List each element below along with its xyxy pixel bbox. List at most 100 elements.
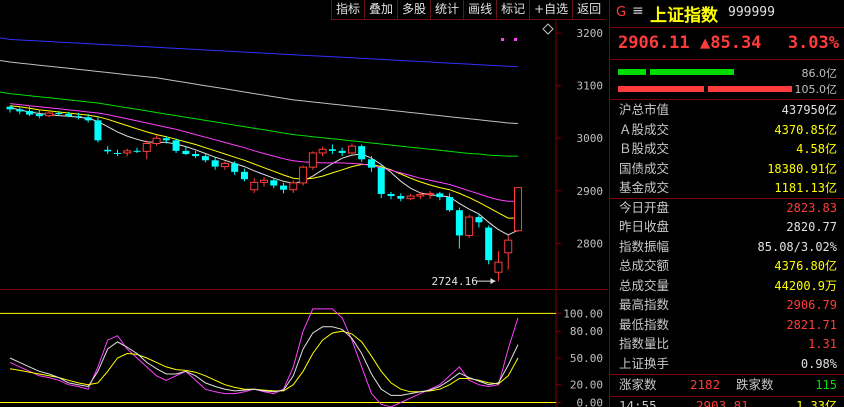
candle-body <box>308 152 317 168</box>
candle-body <box>299 166 308 184</box>
tick-row: 14:55 2903.81 1.33亿 <box>610 397 844 407</box>
toolbar-multi-stock-button[interactable]: 多股 <box>397 0 431 20</box>
stat-value: 1.31 <box>808 337 837 351</box>
chart-toolbar: 指标 叠加 多股 统计 画线 标记 +自选 返回 <box>331 0 606 20</box>
stat-label: 沪总市值 <box>619 102 670 117</box>
stat-value: 437950亿 <box>781 103 837 117</box>
candle-body <box>514 187 522 232</box>
price-tick-label: 3000 <box>577 132 604 145</box>
candle-body <box>338 150 346 153</box>
candle-body <box>142 142 151 152</box>
tick-volume: 1.33亿 <box>796 399 837 407</box>
price-row: 2906.11 ▲85.34 3.03% <box>610 28 844 58</box>
red-bar-2 <box>708 86 792 92</box>
stat-value: 2906.79 <box>786 298 837 312</box>
stat-value: 85.08/3.02% <box>757 239 837 254</box>
candle-body <box>65 114 73 117</box>
candle-body <box>504 239 513 254</box>
candle-body <box>123 150 132 154</box>
quote-panel: G ≡ 上证指数 999999 2906.11 ▲85.34 3.03% 86.… <box>609 0 844 407</box>
toolbar-overlay-button[interactable]: 叠加 <box>364 0 398 20</box>
menu-icon[interactable]: ≡ <box>632 3 644 19</box>
stat-row: 指数振幅 85.08/3.02% <box>610 238 844 256</box>
stat-row: 总成交量 44200.9万 <box>610 277 844 295</box>
moving-average-line <box>0 91 518 157</box>
candle-body <box>35 114 43 117</box>
candle-body <box>416 193 425 197</box>
candle-body <box>318 148 327 154</box>
candle-body <box>475 217 483 223</box>
stat-value: 0.98% <box>800 356 837 371</box>
last-price: 2906.11 <box>618 33 690 53</box>
candle-body <box>220 162 229 168</box>
osc-tick-label: 20.00 <box>570 379 603 392</box>
stat-value: 44200.9万 <box>774 278 837 293</box>
stat-label: 昨日收盘 <box>619 219 670 234</box>
price-tick-label: 2800 <box>577 237 604 250</box>
candle-body <box>377 167 385 194</box>
candle-body <box>16 109 24 112</box>
candle-body <box>94 120 102 141</box>
osc-tick-label: 80.00 <box>570 325 603 338</box>
legend-dot <box>501 38 504 41</box>
stock-name: 上证指数 <box>650 6 718 26</box>
chart-canvas: 3200 3100 3000 2900 2800 2724.16 100.00 80.00 50… <box>0 20 608 407</box>
green-bar-1 <box>618 69 646 75</box>
toolbar-draw-line-button[interactable]: 画线 <box>463 0 497 20</box>
buy-sell-ratio: 86.0亿 105.0亿 <box>610 60 844 98</box>
g-icon[interactable]: G <box>616 5 626 20</box>
candle-body <box>45 112 54 117</box>
price-change: ▲85.34 <box>700 33 762 53</box>
candle-body <box>446 197 454 211</box>
oscillator-line <box>9 326 519 396</box>
toolbar-back-button[interactable]: 返回 <box>572 0 606 20</box>
stat-value: 2821.71 <box>786 317 837 332</box>
candle-body <box>133 150 141 152</box>
stat-value: 4376.80亿 <box>774 259 837 273</box>
stat-label: 最低指数 <box>619 316 670 332</box>
candle-body <box>172 140 180 151</box>
oscillator-line <box>9 308 519 407</box>
stat-row: 最低指数 2821.71 <box>610 316 844 334</box>
candle-body <box>55 113 63 115</box>
ratio-top-value: 86.0亿 <box>801 67 838 80</box>
toolbar-mark-button[interactable]: 标记 <box>496 0 530 20</box>
candle-body <box>289 182 298 191</box>
candle-body <box>250 181 259 191</box>
candle-body <box>280 185 288 190</box>
candle-body <box>270 180 278 186</box>
price-change-pct: 3.03% <box>787 33 839 53</box>
up-count: 2182 <box>690 377 721 392</box>
candle-body <box>162 138 170 141</box>
toolbar-statistics-button[interactable]: 统计 <box>430 0 464 20</box>
ratio-bottom-value: 105.0亿 <box>794 83 838 96</box>
candlestick-chart[interactable]: 3200 3100 3000 2900 2800 2724.16 100.00 80.00 50… <box>0 20 608 407</box>
advance-decline-row: 涨家数 2182 跌家数 115 <box>610 376 844 394</box>
osc-tick-label: 50.00 <box>570 352 603 365</box>
candle-body <box>260 179 268 183</box>
stock-code: 999999 <box>728 5 775 20</box>
stat-label: 指数量比 <box>619 336 670 351</box>
stat-label: Ａ股成交 <box>619 121 670 137</box>
candle-body <box>367 159 375 168</box>
toolbar-add-watchlist-button[interactable]: +自选 <box>529 0 573 20</box>
down-count: 115 <box>815 378 837 392</box>
osc-tick-label: 0.00 <box>577 397 604 407</box>
legend-dot <box>514 38 517 41</box>
stat-label: Ｂ股成交 <box>619 141 670 156</box>
stock-title-bar: G ≡ 上证指数 999999 <box>610 0 844 27</box>
stat-label: 上证换手 <box>619 355 670 371</box>
candle-body <box>328 149 336 151</box>
stat-value: 18380.91亿 <box>767 161 837 176</box>
tick-time: 14:55 <box>619 398 657 407</box>
candle-body <box>26 110 34 115</box>
toolbar-indicator-button[interactable]: 指标 <box>331 0 365 20</box>
stat-value: 4.58亿 <box>796 142 837 156</box>
stat-row: Ａ股成交 4370.85亿 <box>610 121 844 139</box>
candle-body <box>182 150 190 154</box>
stat-row: 昨日收盘 2820.77 <box>610 218 844 236</box>
candle-body <box>211 160 219 167</box>
stat-label: 今日开盘 <box>619 199 670 215</box>
candle-body <box>84 117 92 121</box>
stat-row: 今日开盘 2823.83 <box>610 199 844 217</box>
